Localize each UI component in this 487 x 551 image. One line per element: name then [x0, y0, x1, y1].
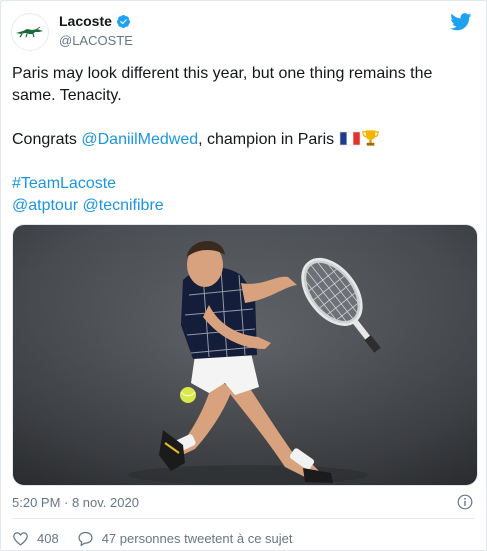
- congrats-suffix: , champion in Paris: [198, 131, 339, 148]
- congrats-prefix: Congrats: [12, 131, 82, 148]
- account-handle[interactable]: @LACOSTE: [59, 33, 133, 48]
- twitter-bird-icon[interactable]: [450, 13, 472, 31]
- mention-medvedev-link[interactable]: @DaniilMedwed: [81, 131, 198, 148]
- verified-badge-icon: [116, 14, 130, 28]
- tweet-card: Lacoste @LACOSTE Paris may look differen…: [0, 0, 487, 551]
- info-icon[interactable]: [457, 494, 473, 510]
- account-name[interactable]: Lacoste: [59, 13, 112, 29]
- like-action[interactable]: 408: [12, 530, 59, 547]
- like-count: 408: [37, 531, 59, 546]
- mention-atptour-link[interactable]: @atptour: [12, 197, 78, 214]
- comments-label: 47 personnes tweetent à ce sujet: [101, 531, 293, 546]
- tweet-timestamp[interactable]: 5:20 PM · 8 nov. 2020: [12, 495, 139, 510]
- tweet-actions: 408 47 personnes tweetent à ce sujet: [12, 530, 311, 547]
- tweet-photo[interactable]: [12, 224, 478, 486]
- lacoste-crocodile-logo: [16, 26, 43, 38]
- avatar[interactable]: [11, 13, 49, 51]
- france-flag-icon: [339, 131, 360, 146]
- divider: [12, 518, 475, 519]
- tweet-line-1: Paris may look different this year, but …: [12, 65, 433, 104]
- trophy-icon: [361, 130, 379, 146]
- hashtag-teamlacoste-link[interactable]: #TeamLacoste: [12, 175, 116, 192]
- heart-icon[interactable]: [12, 530, 29, 547]
- comment-icon[interactable]: [77, 530, 94, 547]
- mention-tecnifibre-link[interactable]: @tecnifibre: [83, 197, 164, 214]
- comment-action[interactable]: 47 personnes tweetent à ce sujet: [77, 530, 293, 547]
- tennis-player-image: [13, 225, 477, 485]
- tweet-line-congrats: Congrats @DaniilMedwed, champion in Pari…: [12, 129, 478, 151]
- tweet-text: Paris may look different this year, but …: [12, 63, 478, 217]
